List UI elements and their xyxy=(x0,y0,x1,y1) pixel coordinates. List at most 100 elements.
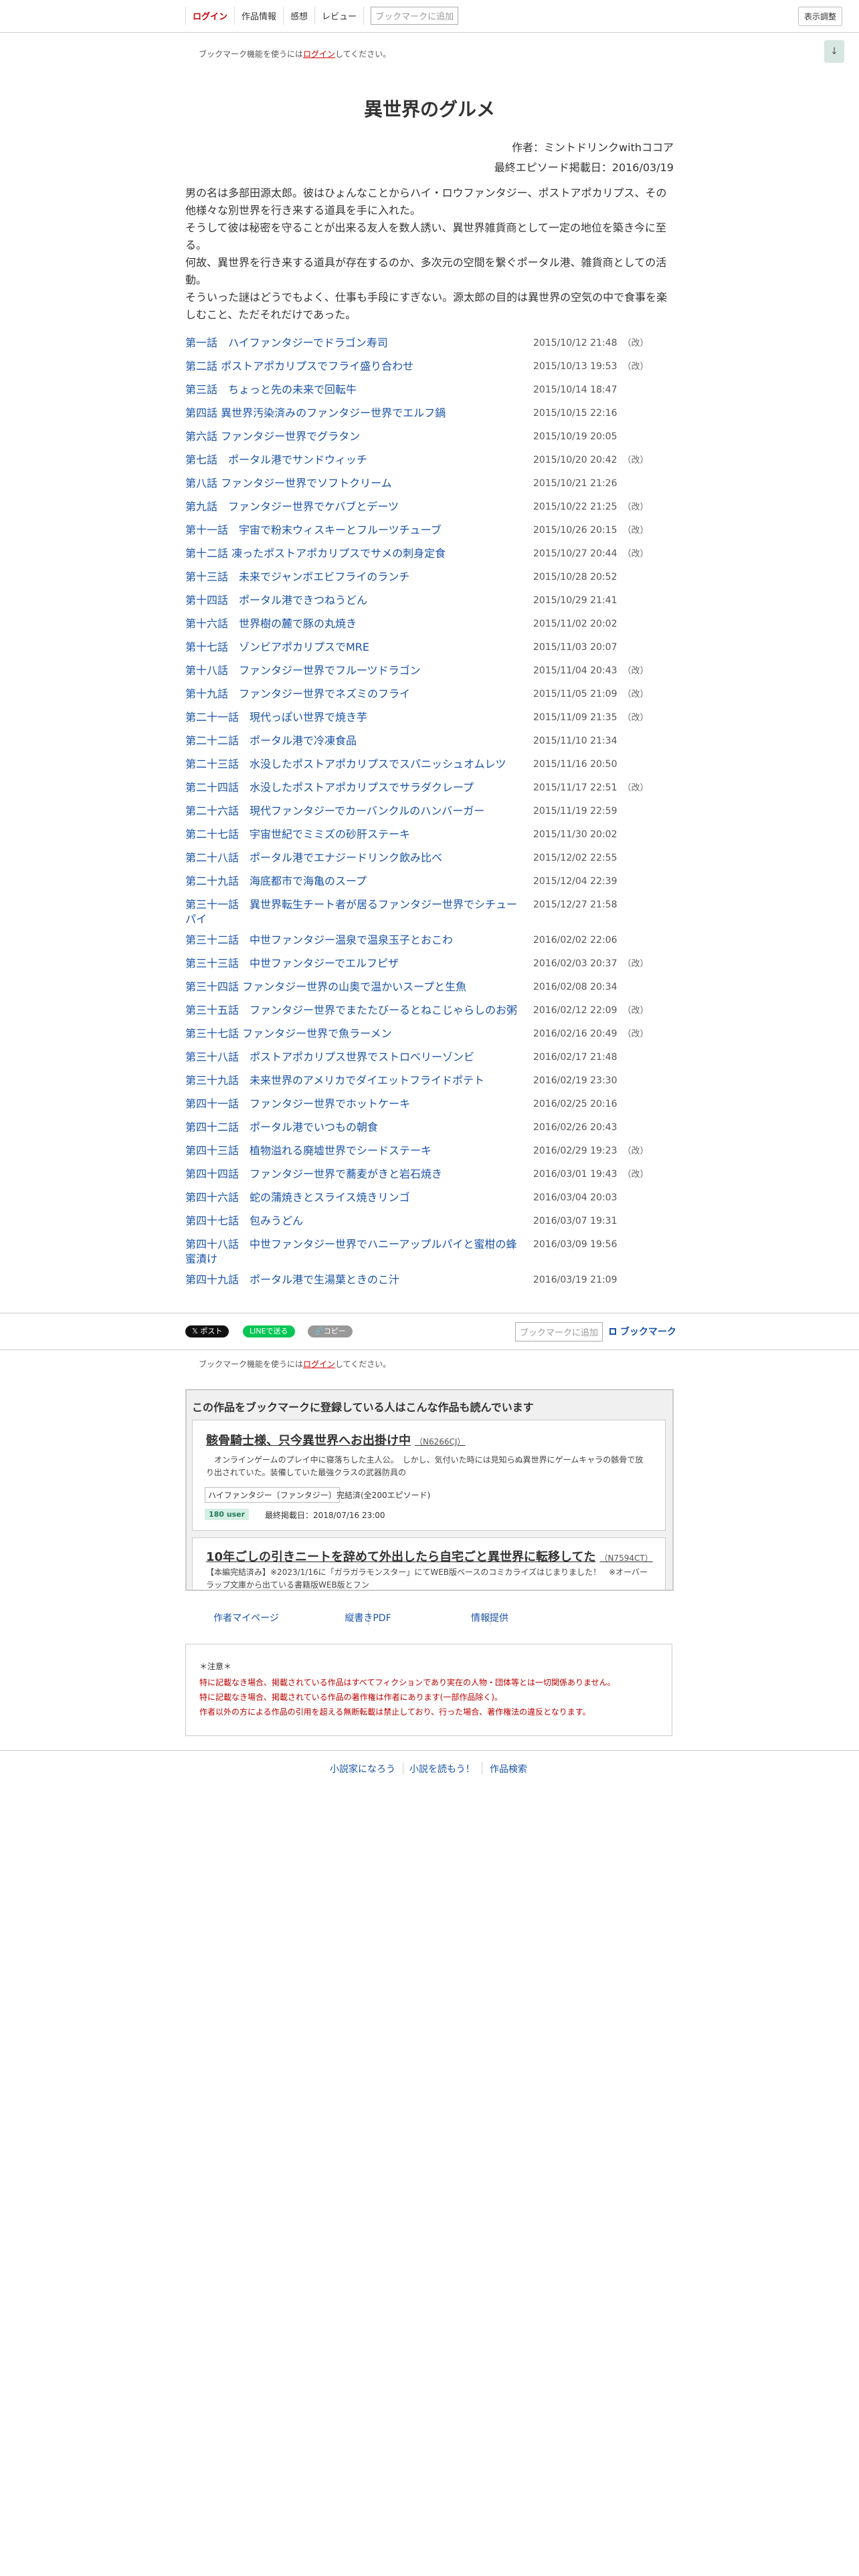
top-navbar: ログイン 作品情報 感想 レビュー ブックマークに追加 表示調整 xyxy=(0,0,859,33)
chapter-title-link[interactable]: 第四十六話 蛇の蒲焼きとスライス焼きリンゴ xyxy=(185,1190,527,1205)
x-post-button[interactable]: 𝕏 ポスト xyxy=(185,1325,229,1337)
recommendation-title-link[interactable]: 10年ごしの引きニートを辞めて外出したら自宅ごと異世界に転移してた （N7594C… xyxy=(206,1547,653,1565)
line-share-button[interactable]: LINEで送る xyxy=(243,1325,295,1337)
novel-info-link[interactable]: 作品情報 xyxy=(235,7,284,25)
chapter-title-link[interactable]: 第二十二話 ポータル港で冷凍食品 xyxy=(185,734,527,748)
chapter-title-link[interactable]: 第三話 ちょっと先の未来で回転牛 xyxy=(185,383,527,397)
chapter-title-link[interactable]: 第十六話 世界樹の麓で豚の丸焼き xyxy=(185,617,527,631)
chapter-title-link[interactable]: 第七話 ポータル港でサンドウィッチ xyxy=(185,453,527,467)
chapter-title-link[interactable]: 第三十四話 ファンタジー世界の山奥で温かいスープと生魚 xyxy=(185,980,527,994)
recommendation-title-link[interactable]: 骸骨騎士様、只今異世界へお出掛け中 （N6266CJ） xyxy=(206,1431,465,1448)
chapter-title-link[interactable]: 第二十九話 海底都市で海亀のスープ xyxy=(185,874,527,889)
notice-heading: ＊注意＊ xyxy=(199,1662,232,1671)
chapter-date: 2016/03/19 21:09 xyxy=(533,1273,617,1287)
chapter-title-link[interactable]: 第三十七話 ファンタジー世界で魚ラーメン xyxy=(185,1027,527,1041)
chapter-title-link[interactable]: 第三十九話 未来世界のアメリカでダイエットフライドポテト xyxy=(185,1073,527,1088)
chapter-title-link[interactable]: 第二話 ポストアポカリプスでフライ盛り合わせ xyxy=(185,359,527,374)
chapter-row: 第二十二話 ポータル港で冷凍食品 2015/11/10 21:34 xyxy=(185,734,674,757)
revised-mark: （改） xyxy=(622,713,649,723)
chapter-date-text: 2016/03/09 19:56 xyxy=(533,1239,617,1250)
bookmark-login-link-bottom[interactable]: ログイン xyxy=(303,1360,335,1369)
chapter-date-text: 2016/02/17 21:48 xyxy=(533,1052,617,1063)
revised-mark: （改） xyxy=(622,1029,649,1039)
recommendation-heading: この作品をブックマークに登録している人はこんな作品も読んでいます xyxy=(192,1401,534,1414)
impressions-link[interactable]: 感想 xyxy=(284,7,316,25)
chapter-date: 2016/03/09 19:56 xyxy=(533,1237,617,1252)
chapter-date-text: 2015/11/02 20:02 xyxy=(533,619,617,629)
vertical-pdf-link[interactable]: 縦書きPDF xyxy=(307,1611,429,1624)
chapter-date-text: 2016/02/08 20:34 xyxy=(533,982,617,992)
chapter-title-link[interactable]: 第十八話 ファンタジー世界でフルーツドラゴン xyxy=(185,663,527,678)
chapter-date: 2016/02/08 20:34 xyxy=(533,980,617,994)
chapter-title-link[interactable]: 第四十三話 植物溢れる廃墟世界でシードステーキ xyxy=(185,1144,527,1158)
chapter-title-link[interactable]: 第九話 ファンタジー世界でケバブとデーツ xyxy=(185,500,527,514)
chapter-title-link[interactable]: 第一話 ハイファンタジーでドラゴン寿司 xyxy=(185,336,527,350)
bookmark-link[interactable]: ブックマーク xyxy=(609,1325,676,1338)
chapter-title-link[interactable]: 第四十九話 ポータル港で生湯葉ときのこ汁 xyxy=(185,1273,527,1287)
chapter-title-link[interactable]: 第六話 ファンタジー世界でグラタン xyxy=(185,429,527,444)
revised-mark: （改） xyxy=(622,362,649,372)
chapter-title-link[interactable]: 第四十一話 ファンタジー世界でホットケーキ xyxy=(185,1097,527,1111)
chapter-title-link[interactable]: 第四十七話 包みうどん xyxy=(185,1214,527,1228)
chapter-title-link[interactable]: 第八話 ファンタジー世界でソフトクリーム xyxy=(185,476,527,491)
scroll-down-icon[interactable]: ↓ xyxy=(824,40,844,63)
chapter-title-link[interactable]: 第三十五話 ファンタジー世界でまたたびーるとねこじゃらしのお粥 xyxy=(185,1003,527,1018)
chapter-date: 2016/03/01 19:43 （改） xyxy=(533,1167,649,1182)
chapter-row: 第十九話 ファンタジー世界でネズミのフライ 2015/11/05 21:09 （改） xyxy=(185,687,674,710)
synopsis-line: そうして彼は秘密を守ることが出来る友人を数人誘い、異世界雑貨商として一定の地位を… xyxy=(185,221,667,251)
chapter-title-link[interactable]: 第十三話 未来でジャンボエビフライのランチ xyxy=(185,570,527,584)
bookmark-add-button-bottom[interactable]: ブックマークに追加 xyxy=(515,1322,603,1341)
chapter-row: 第三十七話 ファンタジー世界で魚ラーメン 2016/02/16 20:49 （改） xyxy=(185,1027,674,1050)
bookmark-login-link[interactable]: ログイン xyxy=(303,49,335,59)
genre-tag[interactable]: ハイファンタジー〔ファンタジー〕 xyxy=(205,1487,340,1503)
chapter-date: 2015/11/16 20:50 xyxy=(533,757,617,772)
chapter-date: 2015/11/03 20:07 xyxy=(533,640,617,655)
display-settings-button[interactable]: 表示調整 xyxy=(798,7,843,26)
copy-link-button[interactable]: 🔗コピー xyxy=(308,1325,353,1337)
chapter-title-link[interactable]: 第四十四話 ファンタジー世界で蕎麦がきと岩石焼き xyxy=(185,1167,527,1182)
chapter-row: 第十八話 ファンタジー世界でフルーツドラゴン 2015/11/04 20:43 （改… xyxy=(185,663,674,687)
chapter-title-link[interactable]: 第二十一話 現代っぽい世界で焼き芋 xyxy=(185,710,527,725)
search-link[interactable]: 作品検索 xyxy=(490,1762,527,1776)
chapter-date-text: 2015/10/14 18:47 xyxy=(533,385,617,395)
chapter-title-link[interactable]: 第二十四話 水没したポストアポカリプスでサラダクレープ xyxy=(185,780,527,795)
chapter-date: 2015/10/29 21:41 xyxy=(533,593,617,608)
chapter-date-text: 2015/11/09 21:35 xyxy=(533,712,617,723)
chapter-title-link[interactable]: 第十九話 ファンタジー世界でネズミのフライ xyxy=(185,687,527,702)
bookmark-login-note: ブックマーク機能を使うにはログインしてください。 xyxy=(199,49,391,59)
chapter-title-link[interactable]: 第二十三話 水没したポストアポカリプスでスパニッシュオムレツ xyxy=(185,757,527,772)
chapter-title-link[interactable]: 第二十六話 現代ファンタジーでカーバンクルのハンバーガー xyxy=(185,804,527,819)
chapter-row: 第二十四話 水没したポストアポカリプスでサラダクレープ 2015/11/17 22… xyxy=(185,780,674,804)
revised-mark: （改） xyxy=(622,1006,649,1016)
author-name[interactable]: 作者：ミントドリンクwithココア xyxy=(494,138,674,158)
recommendation-box: この作品をブックマークに登録している人はこんな作品も読んでいます 骸骨騎士様、只… xyxy=(185,1389,674,1591)
chapter-row: 第二十八話 ポータル港でエナジードリンク飲み比べ 2015/12/02 22:55 xyxy=(185,851,674,874)
chapter-row: 第十三話 未来でジャンボエビフライのランチ 2015/10/28 20:52 xyxy=(185,570,674,593)
chapter-date-text: 2015/12/04 22:39 xyxy=(533,876,617,887)
chapter-title-link[interactable]: 第十二話 凍ったポストアポカリプスでサメの刺身定食 xyxy=(185,546,527,561)
novel-title: 異世界のグルメ xyxy=(363,98,495,120)
login-link[interactable]: ログイン xyxy=(185,7,235,25)
chapter-row: 第二十三話 水没したポストアポカリプスでスパニッシュオムレツ 2015/11/16… xyxy=(185,757,674,780)
bookmark-add-button[interactable]: ブックマークに追加 xyxy=(371,7,459,25)
chapter-title-link[interactable]: 第四十八話 中世ファンタジー世界でハニーアップルパイと蜜柑の蜂蜜漬け xyxy=(185,1237,527,1267)
chapter-date-text: 2015/11/16 20:50 xyxy=(533,759,617,770)
chapter-title-link[interactable]: 第十一話 宇宙で粉末ウィスキーとフルーツチューブ xyxy=(185,523,527,538)
chapter-title-link[interactable]: 第十四話 ポータル港できつねうどん xyxy=(185,593,527,608)
chapter-date: 2015/11/02 20:02 xyxy=(533,617,617,631)
report-info-link[interactable]: 情報提供 xyxy=(429,1611,551,1624)
review-link[interactable]: レビュー xyxy=(315,7,365,25)
naro-link[interactable]: 小説家になろう xyxy=(330,1762,395,1776)
yomou-link[interactable]: 小説を読もう！ xyxy=(409,1762,475,1776)
chapter-title-link[interactable]: 第四話 異世界汚染済みのファンタジー世界でエルフ鍋 xyxy=(185,406,527,421)
chapter-title-link[interactable]: 第二十七話 宇宙世紀でミミズの砂肝ステーキ xyxy=(185,827,527,842)
chapter-title-link[interactable]: 第三十八話 ポストアポカリプス世界でストロベリーゾンビ xyxy=(185,1050,527,1065)
chapter-title-link[interactable]: 第二十八話 ポータル港でエナジードリンク飲み比べ xyxy=(185,851,527,865)
chapter-title-link[interactable]: 第三十二話 中世ファンタジー温泉で温泉玉子とおこわ xyxy=(185,933,527,948)
chapter-title-link[interactable]: 第十七話 ゾンビアポカリプスでMRE xyxy=(185,640,527,655)
chapter-date: 2015/12/02 22:55 xyxy=(533,851,617,865)
chapter-title-link[interactable]: 第四十二話 ポータル港でいつもの朝食 xyxy=(185,1120,527,1135)
chapter-title-link[interactable]: 第三十一話 異世界転生チート者が居るファンタジー世界でシチューパイ xyxy=(185,897,527,927)
author-mypage-link[interactable]: 作者マイページ xyxy=(185,1611,307,1624)
chapter-title-link[interactable]: 第三十三話 中世ファンタジーでエルフピザ xyxy=(185,956,527,971)
